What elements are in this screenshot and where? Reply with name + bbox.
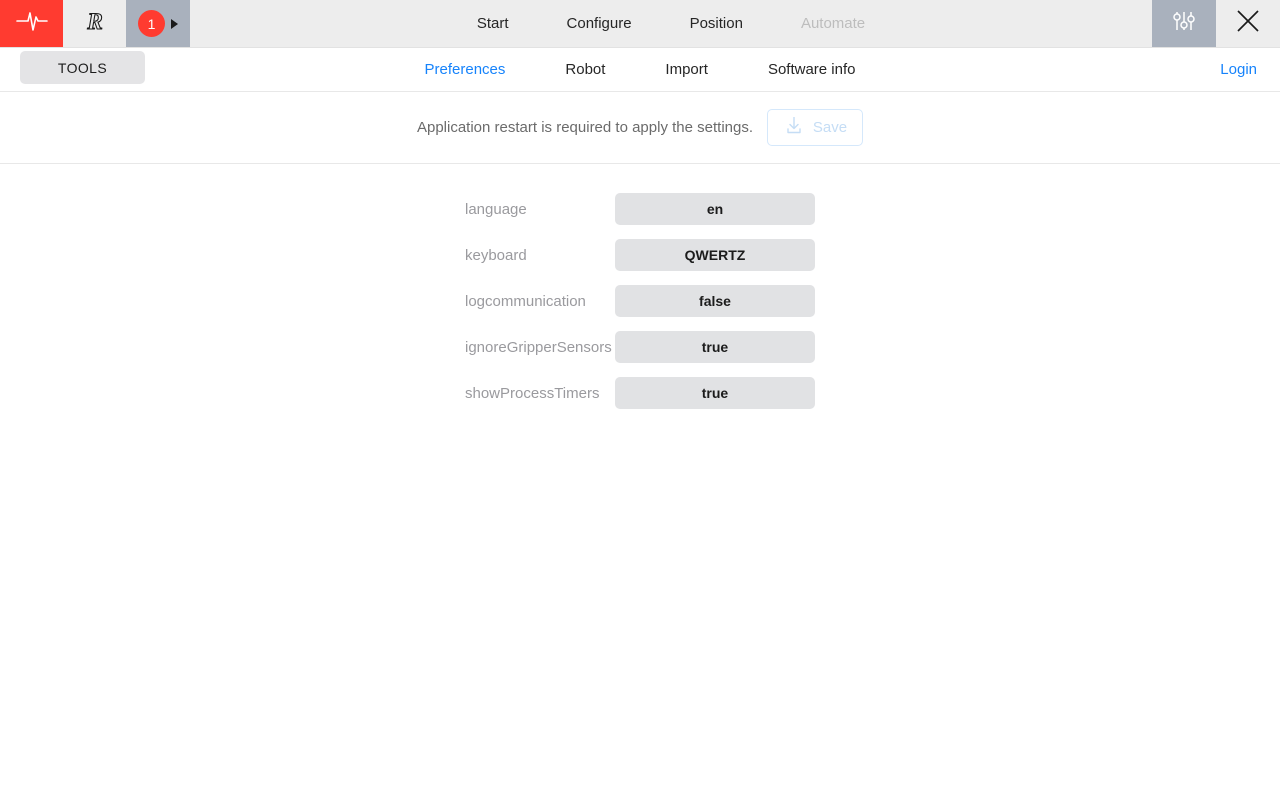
setting-label-language: language [465, 200, 527, 218]
top-nav-item-automate: Automate [800, 14, 866, 32]
svg-text:R: R [86, 9, 102, 34]
setting-label-keyboard: keyboard [465, 246, 527, 264]
tab-preferences[interactable]: Preferences [395, 61, 536, 78]
close-icon [1233, 6, 1263, 41]
close-window-button[interactable] [1216, 0, 1280, 47]
alert-status-button[interactable] [0, 0, 63, 47]
sliders-icon [1169, 6, 1199, 41]
app-logo-button[interactable]: R [63, 0, 126, 47]
tools-button-label: TOOLS [57, 59, 108, 76]
top-nav-item-position[interactable]: Position [661, 0, 772, 48]
tab-software-info[interactable]: Software info [738, 61, 886, 78]
r-logo-icon: R [78, 8, 112, 39]
login-link[interactable]: Login [1220, 61, 1257, 78]
top-nav: Start Configure Position Automate [190, 0, 1152, 47]
tools-button[interactable]: TOOLS [20, 51, 145, 84]
save-button[interactable]: Save [767, 109, 863, 146]
restart-required-message: Application restart is required to apply… [416, 119, 753, 136]
setting-value-ignoregrippersensors[interactable]: true [615, 331, 815, 363]
notification-badge-panel[interactable]: 1 [126, 0, 190, 47]
notification-count-label: 1 [147, 15, 156, 32]
setting-value-language[interactable]: en [615, 193, 815, 225]
settings-tabs: Preferences Robot Import Software info [0, 61, 1280, 78]
save-button-label: Save [812, 119, 848, 136]
setting-label-logcommunication: logcommunication [465, 292, 586, 310]
setting-label-ignoregrippersensors: ignoreGripperSensors [465, 338, 612, 356]
top-nav-item-start[interactable]: Start [448, 0, 538, 48]
setting-value-keyboard[interactable]: QWERTZ [615, 239, 815, 271]
setting-value-showprocesstimers[interactable]: true [615, 377, 815, 409]
setting-row-showprocesstimers: showProcessTimers true [0, 377, 1280, 409]
setting-row-logcommunication: logcommunication false [0, 285, 1280, 317]
setting-row-language: language en [0, 193, 1280, 225]
top-bar: R 1 Start Configure Position Automate [0, 0, 1280, 48]
tab-robot[interactable]: Robot [535, 61, 635, 78]
notification-count-badge[interactable]: 1 [138, 10, 165, 37]
setting-row-ignoregrippersensors: ignoreGripperSensors true [0, 331, 1280, 363]
top-bar-actions [1152, 0, 1280, 47]
setting-label-showprocesstimers: showProcessTimers [465, 384, 600, 402]
caret-right-icon[interactable] [171, 18, 178, 29]
preferences-list: language en keyboard QWERTZ logcommunica… [0, 164, 1280, 409]
setting-row-keyboard: keyboard QWERTZ [0, 239, 1280, 271]
settings-sliders-button[interactable] [1152, 0, 1216, 47]
heartbeat-icon [15, 9, 49, 38]
save-bar: Application restart is required to apply… [0, 92, 1280, 164]
setting-value-logcommunication[interactable]: false [615, 285, 815, 317]
tab-import[interactable]: Import [635, 61, 738, 78]
top-nav-item-configure[interactable]: Configure [538, 0, 661, 48]
sub-bar: TOOLS Preferences Robot Import Software … [0, 48, 1280, 92]
download-save-icon [783, 114, 805, 141]
